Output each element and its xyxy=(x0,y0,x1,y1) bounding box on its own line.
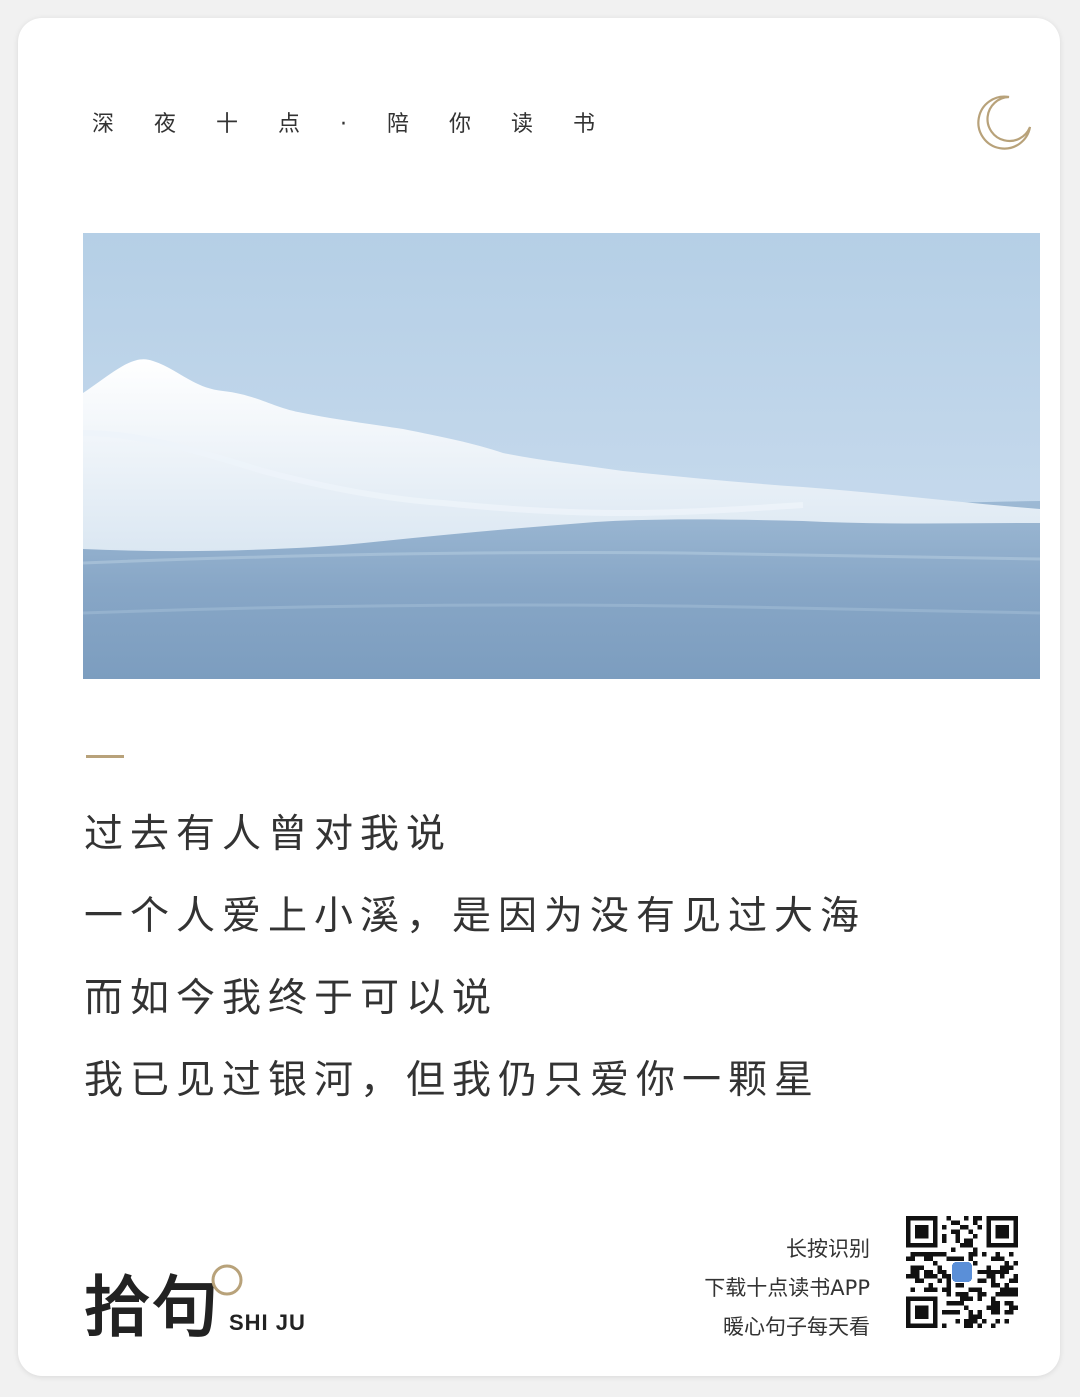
moon-icon xyxy=(976,93,1034,151)
download-cta: 长按识别 下载十点读书APP 暖心句子每天看 xyxy=(704,1231,870,1348)
ocean-wave-image xyxy=(83,233,1040,679)
quote-card: 深夜十点·陪你读书 过去有人曾对我说 一个人爱上小溪，是因为没有见过大海 而如今… xyxy=(18,18,1060,1376)
poem-text: 过去有人曾对我说 一个人爱上小溪，是因为没有见过大海 而如今我终于可以说 我已见… xyxy=(84,808,866,1136)
cta-line: 暖心句子每天看 xyxy=(723,1315,870,1339)
poem-line: 而如今我终于可以说 xyxy=(84,976,499,1021)
header-tagline: 深夜十点·陪你读书 xyxy=(92,112,635,137)
poem-line: 我已见过银河，但我仍只爱你一颗星 xyxy=(84,1058,821,1103)
poem-line: 一个人爱上小溪，是因为没有见过大海 xyxy=(84,894,867,939)
brand-name-cn: 拾句 xyxy=(84,1269,220,1346)
poem-line: 过去有人曾对我说 xyxy=(84,812,453,857)
brand-name-en: SHI JU xyxy=(229,1310,306,1335)
brand-ring-icon xyxy=(211,1264,243,1296)
accent-divider xyxy=(86,755,124,758)
qr-code-icon[interactable] xyxy=(906,1216,1018,1328)
cta-line: 长按识别 xyxy=(786,1237,870,1261)
brand-logo: 拾句 SHI JU xyxy=(84,1264,305,1348)
cta-line: 下载十点读书APP xyxy=(704,1276,870,1300)
